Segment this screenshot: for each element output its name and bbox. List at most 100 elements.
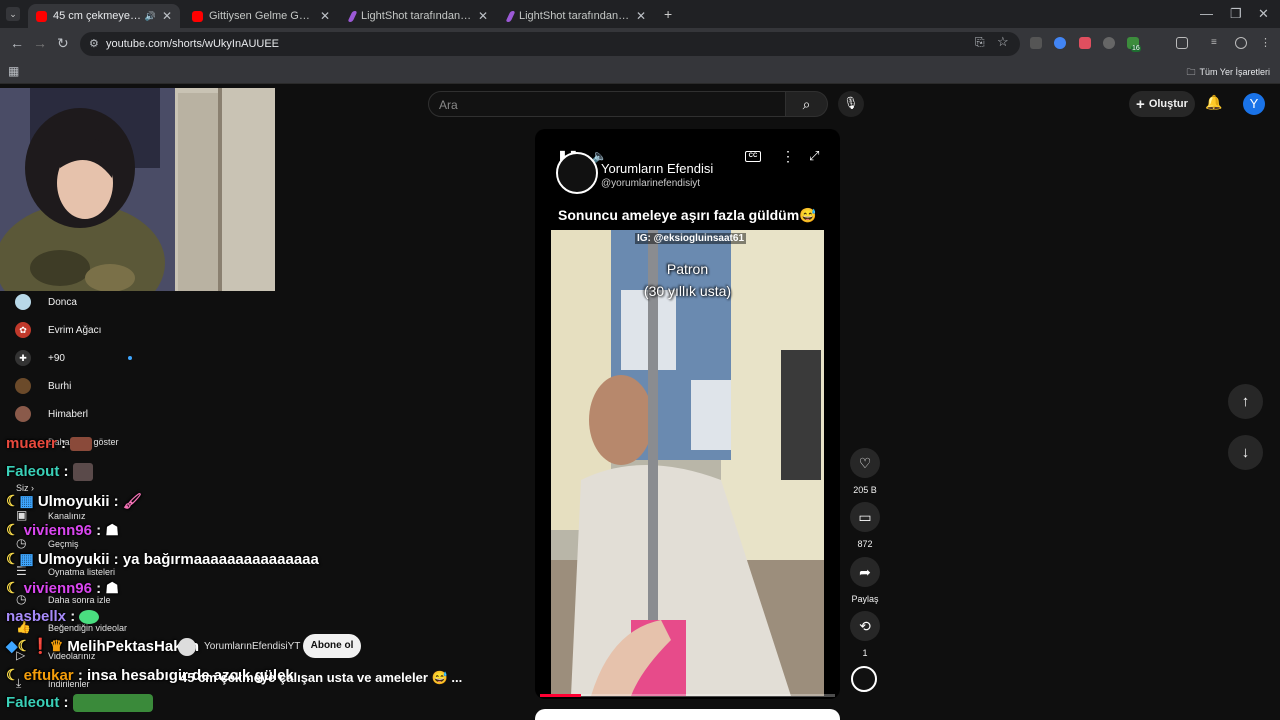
search-button[interactable]: ⌕ [786,91,828,117]
emote: ☗ [105,580,119,597]
close-window-icon[interactable]: ✕ [1258,6,1269,22]
chat-username: Ulmoyukii [37,493,110,510]
video-caption: Sonuncu ameleye aşırı fazla güldüm😅 [558,207,817,224]
like-icon[interactable]: ♡ [850,448,880,478]
chat-message: muaerr : [6,435,93,452]
webcam-image [0,88,275,291]
short-title-text: 45 cm çekmeye çalışan usta ve ameleler [180,670,428,685]
captions-icon[interactable]: CC [745,151,761,162]
sidebar-item-evrim-agaci[interactable]: ✿ Evrim Ağacı [15,321,101,339]
extension-icon[interactable] [1054,37,1066,49]
microphone-icon: 🎙 [843,96,859,110]
previous-short-arrow-icon[interactable]: ↑ [1228,384,1263,419]
comment-action[interactable]: ▭ 872 [850,502,880,549]
video-overlay-handle: IG: @eksiogluinsaat61 [635,233,747,244]
emote: 🖌 [122,493,142,510]
new-tab-icon[interactable]: + [664,6,672,22]
sidebar-item-playlists[interactable]: Oynatma listeleri [48,567,115,577]
extension-icon[interactable] [1103,37,1115,49]
more-ellipsis[interactable]: ... [451,670,462,685]
emote: ☗ [105,522,119,539]
share-icon[interactable]: ➦ [850,557,880,587]
browser-tab[interactable]: LightShot tarafından Ekran Görü ✕ [342,4,496,28]
short-channel-name[interactable]: YorumlarınEfendisiYT [204,641,300,652]
fullscreen-icon[interactable]: ⤢ [809,148,819,164]
url-text: youtube.com/shorts/wUkyInAUUEE [106,38,280,50]
install-app-icon[interactable]: ⎘ [975,35,985,50]
remix-count: 1 [862,648,868,658]
sidebar-item-plus90[interactable]: ✚ +90 [15,349,65,367]
next-short-preview[interactable] [535,709,840,720]
forward-icon[interactable]: → [33,35,47,51]
short-channel-avatar[interactable] [178,638,196,656]
chat-message: ☾ vivienn96 : ☗ [6,522,119,539]
back-icon[interactable]: ← [10,35,24,51]
close-tab-icon[interactable]: ✕ [636,9,646,23]
tab-title: LightShot tarafından Ekran Görü [361,10,472,22]
reload-icon[interactable]: ↻ [57,35,69,52]
search-input[interactable]: Ara [428,91,786,117]
site-info-icon[interactable]: ⚙ [89,37,99,50]
like-action[interactable]: ♡ 205 B [850,448,880,495]
extension-icon[interactable] [1030,37,1042,49]
notifications-bell-icon[interactable]: 🔔 [1205,94,1222,111]
chat-username: Faleout [6,463,60,480]
all-bookmarks[interactable]: 🗀 Tüm Yer İşaretleri [1186,65,1270,81]
browser-tab-active[interactable]: 45 cm çekmeye çalışan usta 🔊 ✕ [28,4,180,28]
sidebar-item-himaberl[interactable]: Himaberl [15,405,88,423]
chat-username: Faleout [6,694,60,711]
bookmark-star-icon[interactable]: ☆ [997,34,1009,50]
create-label: Oluştur [1148,98,1188,110]
sidebar-item-donca[interactable]: Donca [15,293,77,311]
short-title: 45 cm çekmeye çalışan usta ve ameleler 😅… [180,670,462,686]
video-overlay-line1: Patron [666,261,709,277]
close-tab-icon[interactable]: ✕ [478,9,488,23]
share-action[interactable]: ➦ Paylaş [850,557,880,604]
chat-message: Faleout : [6,694,153,713]
sidebar-item-label: Donca [48,296,77,308]
remix-action[interactable]: ⟲ 1 [850,611,880,658]
sidebar-item-your-channel[interactable]: Kanalınız [48,511,86,521]
account-avatar[interactable]: Y [1243,93,1265,115]
comment-icon[interactable]: ▭ [850,502,880,532]
voice-search-button[interactable]: 🎙 [838,91,864,117]
moon-badge-icon: ☾ [6,580,20,597]
webcam-overlay [0,88,275,291]
shorts-player[interactable]: ❚❚ 🔈 CC ⋮ ⤢ Yorumların Efendisi @yorumla… [535,129,840,699]
video-frame[interactable]: IG: @eksiogluinsaat61 Patron (30 yıllık … [551,230,824,696]
chat-message: nasbellx : [6,608,100,625]
remix-icon[interactable]: ⟲ [850,611,880,641]
close-tab-icon[interactable]: ✕ [320,9,330,23]
more-options-icon[interactable]: ⋮ [781,148,795,165]
moon-badge-icon: ☾ [17,638,31,655]
moon-badge-icon: ☾ [6,551,20,568]
lightshot-icon [505,10,516,22]
address-bar[interactable]: ⚙ youtube.com/shorts/wUkyInAUUEE [80,32,1020,56]
create-button[interactable]: + Oluştur [1129,91,1195,117]
next-short-arrow-icon[interactable]: ↓ [1228,435,1263,470]
browser-menu-icon[interactable]: ⋮ [1260,37,1272,49]
sidebar-item-history[interactable]: Geçmiş [48,539,79,549]
media-control-icon[interactable]: ≡ [1211,37,1223,49]
progress-track[interactable] [540,694,835,697]
restore-icon[interactable]: ❐ [1230,6,1242,22]
browser-tab[interactable]: Gittiysen Gelme Geri Kedi Versi ✕ [184,4,338,28]
extensions-puzzle-icon[interactable] [1176,37,1188,49]
sound-channel-avatar[interactable] [851,666,877,692]
folder-icon: 🗀 [1186,67,1196,77]
browser-tab[interactable]: LightShot tarafından Ekran Görü ✕ [500,4,654,28]
video-overlay-line2: (30 yıllık usta) [643,283,732,299]
sidebar-item-label: Himaberl [48,408,89,420]
minimize-icon[interactable]: — [1200,6,1213,21]
apps-grid-icon[interactable]: ▦ [8,64,19,78]
short-title-emoji: 😅 [431,670,448,685]
badge-icon: ❗ [31,638,50,655]
emote [70,437,93,452]
profile-icon[interactable] [1235,37,1247,49]
extension-icon[interactable] [1079,37,1091,49]
tab-search-icon[interactable]: ⌄ [6,7,20,21]
close-tab-icon[interactable]: ✕ [162,9,172,23]
subscribe-button[interactable]: Abone ol [303,634,361,658]
video-caption-text: Sonuncu ameleye aşırı fazla güldüm [558,207,800,223]
sidebar-item-burhi[interactable]: Burhi [15,377,71,395]
